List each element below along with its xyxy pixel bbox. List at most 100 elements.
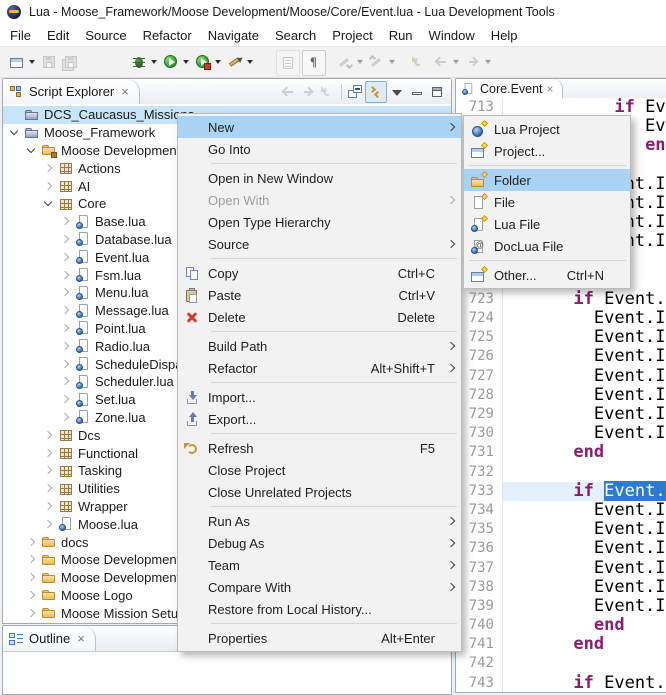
- view-menu-button[interactable]: [387, 82, 407, 102]
- tab-core-event[interactable]: Core.Event ×: [456, 79, 563, 98]
- code-line-729[interactable]: 729 Event.IniUnit = UNIT:FindByName( Eve…: [456, 405, 666, 424]
- menu-item-close-unrelated-projects[interactable]: Close Unrelated Projects: [178, 481, 461, 503]
- chevron-collapsed-icon[interactable]: [41, 161, 56, 176]
- code-line-728[interactable]: 728 Event.IniDCSUnitName = Event.IniDCSU…: [456, 386, 666, 405]
- dropdown-arrow-icon[interactable]: [247, 60, 253, 64]
- menu-item-open-in-new-window[interactable]: Open in New Window: [178, 167, 461, 189]
- chevron-collapsed-icon[interactable]: [58, 374, 73, 389]
- menu-window[interactable]: Window: [421, 26, 483, 45]
- collapse-all-button[interactable]: [345, 82, 365, 102]
- menu-item-open-with[interactable]: Open With: [178, 189, 461, 211]
- chevron-expanded-icon[interactable]: [41, 196, 56, 211]
- chevron-collapsed-icon[interactable]: [41, 179, 56, 194]
- chevron-collapsed-icon[interactable]: [41, 517, 56, 532]
- chevron-collapsed-icon[interactable]: [24, 552, 39, 567]
- link-with-editor-toggle[interactable]: [365, 81, 387, 103]
- dropdown-arrow-icon[interactable]: [151, 60, 157, 64]
- menu-item-build-path[interactable]: Build Path: [178, 335, 461, 357]
- code-line-727[interactable]: 727 Event.IniDCSUnit = Event.IniDCSGroup…: [456, 367, 666, 386]
- close-icon[interactable]: ×: [121, 84, 129, 99]
- chevron-collapsed-icon[interactable]: [41, 428, 56, 443]
- menu-edit[interactable]: Edit: [39, 26, 77, 45]
- chevron-collapsed-icon[interactable]: [41, 481, 56, 496]
- menu-item-lua-project[interactable]: Lua Project: [464, 118, 630, 140]
- menu-item-delete[interactable]: DeleteDelete: [178, 306, 461, 328]
- minimize-button[interactable]: [407, 82, 427, 102]
- menu-item-close-project[interactable]: Close Project: [178, 459, 461, 481]
- code-line-737[interactable]: 737 Event.IniUnitName = Event.IniDCSUnit…: [456, 559, 666, 578]
- menu-item-run-as[interactable]: Run As: [178, 510, 461, 532]
- chevron-collapsed-icon[interactable]: [58, 321, 73, 336]
- chevron-collapsed-icon[interactable]: [24, 535, 39, 550]
- code-line-740[interactable]: 740 end: [456, 616, 666, 635]
- open-element-button[interactable]: [276, 50, 300, 76]
- show-whitespace-button[interactable]: [302, 50, 326, 76]
- back-button[interactable]: [430, 50, 462, 74]
- menu-item-other[interactable]: Other...Ctrl+N: [464, 264, 630, 286]
- chevron-collapsed-icon[interactable]: [41, 499, 56, 514]
- close-icon[interactable]: ×: [547, 82, 554, 96]
- chevron-collapsed-icon[interactable]: [58, 339, 73, 354]
- dropdown-arrow-icon[interactable]: [485, 60, 491, 64]
- new-wizard-button[interactable]: [6, 50, 38, 74]
- code-line-726[interactable]: 726 Event.IniGroup = GROUP:FindByName( E…: [456, 347, 666, 366]
- code-line-743[interactable]: 743 if Event.target then: [456, 674, 666, 692]
- chevron-collapsed-icon[interactable]: [24, 570, 39, 585]
- debug-button[interactable]: [128, 50, 160, 74]
- menu-item-source[interactable]: Source: [178, 233, 461, 255]
- menu-source[interactable]: Source: [77, 26, 134, 45]
- code-line-724[interactable]: 724 Event.IniDCSGroupName = Event.IniDCS…: [456, 309, 666, 328]
- menu-file[interactable]: File: [2, 26, 39, 45]
- save-all-button[interactable]: [60, 50, 82, 74]
- dropdown-arrow-icon[interactable]: [29, 60, 35, 64]
- menu-item-project[interactable]: Project...: [464, 140, 630, 162]
- menu-item-refactor[interactable]: RefactorAlt+Shift+T: [178, 357, 461, 379]
- code-line-739[interactable]: 739 Event.IniTypeName = Event.IniDCSUnit…: [456, 597, 666, 616]
- dropdown-arrow-icon[interactable]: [357, 60, 363, 64]
- last-edit-location-button[interactable]: [408, 50, 430, 74]
- menu-item-import[interactable]: Import...: [178, 386, 461, 408]
- menu-item-lua-file[interactable]: Lua File: [464, 213, 630, 235]
- dropdown-arrow-icon[interactable]: [215, 60, 221, 64]
- chevron-collapsed-icon[interactable]: [58, 303, 73, 318]
- next-edit-location-button[interactable]: [334, 50, 366, 74]
- menu-project[interactable]: Project: [324, 26, 380, 45]
- menu-help[interactable]: Help: [483, 26, 526, 45]
- tab-script-explorer[interactable]: Script Explorer ×: [3, 79, 140, 104]
- chevron-collapsed-icon[interactable]: [58, 357, 73, 372]
- menu-item-debug-as[interactable]: Debug As: [178, 532, 461, 554]
- menu-item-doclua-file[interactable]: DocLua File: [464, 235, 630, 257]
- chevron-expanded-icon[interactable]: [24, 143, 39, 158]
- menu-item-folder[interactable]: Folder: [464, 169, 630, 191]
- save-button[interactable]: [38, 50, 60, 74]
- menu-item-copy[interactable]: CopyCtrl+C: [178, 262, 461, 284]
- menu-navigate[interactable]: Navigate: [200, 26, 267, 45]
- menu-item-paste[interactable]: PasteCtrl+V: [178, 284, 461, 306]
- previous-edit-location-button[interactable]: [366, 50, 398, 74]
- code-line-741[interactable]: 741 end: [456, 635, 666, 654]
- menu-search[interactable]: Search: [267, 26, 324, 45]
- external-tools-button[interactable]: [224, 50, 256, 74]
- chevron-collapsed-icon[interactable]: [58, 214, 73, 229]
- menu-item-compare-with[interactable]: Compare With: [178, 576, 461, 598]
- chevron-expanded-icon[interactable]: [7, 125, 22, 140]
- code-line-738[interactable]: 738 Event.IniCategory = Object.Category.…: [456, 578, 666, 597]
- run-button[interactable]: [160, 50, 192, 74]
- maximize-button[interactable]: [427, 82, 447, 102]
- code-line-742[interactable]: 742: [456, 654, 666, 673]
- menu-item-properties[interactable]: PropertiesAlt+Enter: [178, 627, 461, 649]
- menu-refactor[interactable]: Refactor: [135, 26, 200, 45]
- chevron-collapsed-icon[interactable]: [41, 446, 56, 461]
- code-line-736[interactable]: 736 Event.IniUnit = STATIC:FindByName( E…: [456, 539, 666, 558]
- code-line-723[interactable]: 723 if Event.IniDCSGroup and Event.IniDC…: [456, 290, 666, 309]
- chevron-collapsed-icon[interactable]: [58, 392, 73, 407]
- chevron-collapsed-icon[interactable]: [58, 285, 73, 300]
- menu-item-export[interactable]: Export...: [178, 408, 461, 430]
- chevron-collapsed-icon[interactable]: [41, 463, 56, 478]
- code-line-732[interactable]: 732: [456, 463, 666, 482]
- code-line-730[interactable]: 730 Event.IniUnitName = Event.IniDCSUnit…: [456, 424, 666, 443]
- view-forward-button[interactable]: [298, 82, 318, 102]
- chevron-collapsed-icon[interactable]: [58, 232, 73, 247]
- close-icon[interactable]: ×: [77, 631, 85, 646]
- dropdown-arrow-icon[interactable]: [389, 60, 395, 64]
